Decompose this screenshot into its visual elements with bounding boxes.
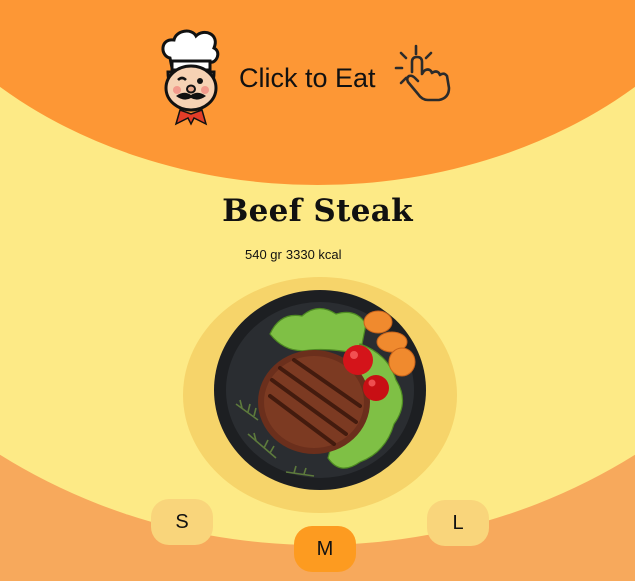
header: Click to Eat (0, 0, 635, 150)
tap-hand-icon[interactable] (394, 42, 456, 102)
chef-mascot-icon (161, 29, 220, 126)
brand-label[interactable]: Click to Eat (239, 63, 376, 94)
product-meta: 540 gr 3330 kcal (245, 247, 346, 262)
product-title: Beef Steak (222, 193, 413, 229)
product-weight: 540 gr (245, 247, 282, 262)
steak-plate-image[interactable] (210, 284, 432, 494)
size-button-small[interactable]: S (151, 499, 213, 545)
size-button-medium[interactable]: M (294, 526, 356, 572)
app-screen: Click to Eat Beef Steak 540 gr3330 kcal (0, 0, 635, 581)
size-button-large[interactable]: L (427, 500, 489, 546)
product-calories: 3330 kcal (285, 247, 342, 262)
